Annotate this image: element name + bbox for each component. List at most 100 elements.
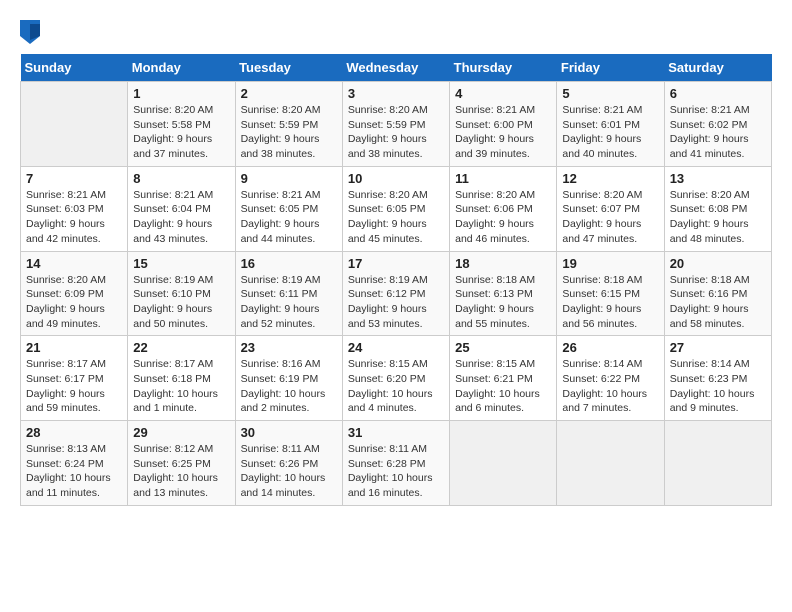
day-number: 29 bbox=[133, 425, 229, 440]
day-info: Sunrise: 8:18 AMSunset: 6:16 PMDaylight:… bbox=[670, 273, 766, 332]
day-info: Sunrise: 8:11 AMSunset: 6:26 PMDaylight:… bbox=[241, 442, 337, 501]
day-info: Sunrise: 8:21 AMSunset: 6:03 PMDaylight:… bbox=[26, 188, 122, 247]
day-cell: 7 Sunrise: 8:21 AMSunset: 6:03 PMDaylight… bbox=[21, 166, 128, 251]
header-row: SundayMondayTuesdayWednesdayThursdayFrid… bbox=[21, 54, 772, 82]
day-info: Sunrise: 8:20 AMSunset: 5:58 PMDaylight:… bbox=[133, 103, 229, 162]
day-cell: 4Sunrise: 8:21 AMSunset: 6:00 PMDaylight… bbox=[450, 82, 557, 167]
day-cell: 17 Sunrise: 8:19 AMSunset: 6:12 PMDayligh… bbox=[342, 251, 449, 336]
day-number: 28 bbox=[26, 425, 122, 440]
day-cell: 11Sunrise: 8:20 AMSunset: 6:06 PMDayligh… bbox=[450, 166, 557, 251]
day-number: 13 bbox=[670, 171, 766, 186]
day-number: 19 bbox=[562, 256, 658, 271]
header bbox=[20, 20, 772, 44]
day-number: 17 bbox=[348, 256, 444, 271]
day-cell: 29 Sunrise: 8:12 AMSunset: 6:25 PMDayligh… bbox=[128, 421, 235, 506]
column-header-sunday: Sunday bbox=[21, 54, 128, 82]
day-cell: 28 Sunrise: 8:13 AMSunset: 6:24 PMDayligh… bbox=[21, 421, 128, 506]
day-cell: 30Sunrise: 8:11 AMSunset: 6:26 PMDayligh… bbox=[235, 421, 342, 506]
day-cell: 27 Sunrise: 8:14 AMSunset: 6:23 PMDayligh… bbox=[664, 336, 771, 421]
day-info: Sunrise: 8:20 AMSunset: 5:59 PMDaylight:… bbox=[241, 103, 337, 162]
day-cell: 16 Sunrise: 8:19 AMSunset: 6:11 PMDayligh… bbox=[235, 251, 342, 336]
day-info: Sunrise: 8:19 AMSunset: 6:11 PMDaylight:… bbox=[241, 273, 337, 332]
day-info: Sunrise: 8:12 AMSunset: 6:25 PMDaylight:… bbox=[133, 442, 229, 501]
logo-icon bbox=[20, 20, 40, 44]
day-cell bbox=[21, 82, 128, 167]
day-cell: 14Sunrise: 8:20 AMSunset: 6:09 PMDayligh… bbox=[21, 251, 128, 336]
day-cell: 25Sunrise: 8:15 AMSunset: 6:21 PMDayligh… bbox=[450, 336, 557, 421]
day-number: 25 bbox=[455, 340, 551, 355]
day-number: 4 bbox=[455, 86, 551, 101]
day-cell: 18 Sunrise: 8:18 AMSunset: 6:13 PMDayligh… bbox=[450, 251, 557, 336]
day-cell: 8 Sunrise: 8:21 AMSunset: 6:04 PMDaylight… bbox=[128, 166, 235, 251]
day-cell: 3 Sunrise: 8:20 AMSunset: 5:59 PMDaylight… bbox=[342, 82, 449, 167]
day-number: 18 bbox=[455, 256, 551, 271]
day-number: 8 bbox=[133, 171, 229, 186]
day-number: 10 bbox=[348, 171, 444, 186]
day-info: Sunrise: 8:17 AMSunset: 6:18 PMDaylight:… bbox=[133, 357, 229, 416]
day-info: Sunrise: 8:21 AMSunset: 6:04 PMDaylight:… bbox=[133, 188, 229, 247]
column-header-saturday: Saturday bbox=[664, 54, 771, 82]
week-row-5: 28 Sunrise: 8:13 AMSunset: 6:24 PMDayligh… bbox=[21, 421, 772, 506]
day-number: 24 bbox=[348, 340, 444, 355]
day-info: Sunrise: 8:18 AMSunset: 6:13 PMDaylight:… bbox=[455, 273, 551, 332]
day-info: Sunrise: 8:20 AMSunset: 5:59 PMDaylight:… bbox=[348, 103, 444, 162]
week-row-4: 21 Sunrise: 8:17 AMSunset: 6:17 PMDayligh… bbox=[21, 336, 772, 421]
day-cell: 5 Sunrise: 8:21 AMSunset: 6:01 PMDaylight… bbox=[557, 82, 664, 167]
day-cell: 24 Sunrise: 8:15 AMSunset: 6:20 PMDayligh… bbox=[342, 336, 449, 421]
day-cell: 20 Sunrise: 8:18 AMSunset: 6:16 PMDayligh… bbox=[664, 251, 771, 336]
day-number: 21 bbox=[26, 340, 122, 355]
day-number: 2 bbox=[241, 86, 337, 101]
day-info: Sunrise: 8:16 AMSunset: 6:19 PMDaylight:… bbox=[241, 357, 337, 416]
day-info: Sunrise: 8:21 AMSunset: 6:05 PMDaylight:… bbox=[241, 188, 337, 247]
column-header-monday: Monday bbox=[128, 54, 235, 82]
day-info: Sunrise: 8:19 AMSunset: 6:12 PMDaylight:… bbox=[348, 273, 444, 332]
day-info: Sunrise: 8:18 AMSunset: 6:15 PMDaylight:… bbox=[562, 273, 658, 332]
day-number: 12 bbox=[562, 171, 658, 186]
day-cell bbox=[664, 421, 771, 506]
day-number: 31 bbox=[348, 425, 444, 440]
day-cell: 9 Sunrise: 8:21 AMSunset: 6:05 PMDaylight… bbox=[235, 166, 342, 251]
day-cell: 12 Sunrise: 8:20 AMSunset: 6:07 PMDayligh… bbox=[557, 166, 664, 251]
day-info: Sunrise: 8:17 AMSunset: 6:17 PMDaylight:… bbox=[26, 357, 122, 416]
day-number: 11 bbox=[455, 171, 551, 186]
day-cell: 26 Sunrise: 8:14 AMSunset: 6:22 PMDayligh… bbox=[557, 336, 664, 421]
day-number: 22 bbox=[133, 340, 229, 355]
day-cell: 23Sunrise: 8:16 AMSunset: 6:19 PMDayligh… bbox=[235, 336, 342, 421]
day-number: 1 bbox=[133, 86, 229, 101]
day-info: Sunrise: 8:15 AMSunset: 6:20 PMDaylight:… bbox=[348, 357, 444, 416]
day-info: Sunrise: 8:11 AMSunset: 6:28 PMDaylight:… bbox=[348, 442, 444, 501]
day-cell: 1 Sunrise: 8:20 AMSunset: 5:58 PMDaylight… bbox=[128, 82, 235, 167]
calendar-table: SundayMondayTuesdayWednesdayThursdayFrid… bbox=[20, 54, 772, 506]
day-info: Sunrise: 8:13 AMSunset: 6:24 PMDaylight:… bbox=[26, 442, 122, 501]
day-cell: 19 Sunrise: 8:18 AMSunset: 6:15 PMDayligh… bbox=[557, 251, 664, 336]
day-number: 9 bbox=[241, 171, 337, 186]
column-header-wednesday: Wednesday bbox=[342, 54, 449, 82]
day-info: Sunrise: 8:14 AMSunset: 6:23 PMDaylight:… bbox=[670, 357, 766, 416]
logo bbox=[20, 20, 44, 44]
day-cell: 21 Sunrise: 8:17 AMSunset: 6:17 PMDayligh… bbox=[21, 336, 128, 421]
day-number: 5 bbox=[562, 86, 658, 101]
day-cell: 15Sunrise: 8:19 AMSunset: 6:10 PMDayligh… bbox=[128, 251, 235, 336]
day-number: 7 bbox=[26, 171, 122, 186]
day-info: Sunrise: 8:20 AMSunset: 6:05 PMDaylight:… bbox=[348, 188, 444, 247]
day-cell: 13 Sunrise: 8:20 AMSunset: 6:08 PMDayligh… bbox=[664, 166, 771, 251]
week-row-2: 7 Sunrise: 8:21 AMSunset: 6:03 PMDaylight… bbox=[21, 166, 772, 251]
day-cell: 2 Sunrise: 8:20 AMSunset: 5:59 PMDaylight… bbox=[235, 82, 342, 167]
day-number: 26 bbox=[562, 340, 658, 355]
week-row-3: 14Sunrise: 8:20 AMSunset: 6:09 PMDayligh… bbox=[21, 251, 772, 336]
day-number: 3 bbox=[348, 86, 444, 101]
day-cell: 31 Sunrise: 8:11 AMSunset: 6:28 PMDayligh… bbox=[342, 421, 449, 506]
day-cell bbox=[557, 421, 664, 506]
day-number: 16 bbox=[241, 256, 337, 271]
column-header-friday: Friday bbox=[557, 54, 664, 82]
day-number: 20 bbox=[670, 256, 766, 271]
day-number: 27 bbox=[670, 340, 766, 355]
day-cell: 6Sunrise: 8:21 AMSunset: 6:02 PMDaylight… bbox=[664, 82, 771, 167]
column-header-thursday: Thursday bbox=[450, 54, 557, 82]
day-info: Sunrise: 8:20 AMSunset: 6:07 PMDaylight:… bbox=[562, 188, 658, 247]
day-info: Sunrise: 8:14 AMSunset: 6:22 PMDaylight:… bbox=[562, 357, 658, 416]
day-info: Sunrise: 8:20 AMSunset: 6:08 PMDaylight:… bbox=[670, 188, 766, 247]
day-info: Sunrise: 8:21 AMSunset: 6:01 PMDaylight:… bbox=[562, 103, 658, 162]
day-number: 6 bbox=[670, 86, 766, 101]
column-header-tuesday: Tuesday bbox=[235, 54, 342, 82]
